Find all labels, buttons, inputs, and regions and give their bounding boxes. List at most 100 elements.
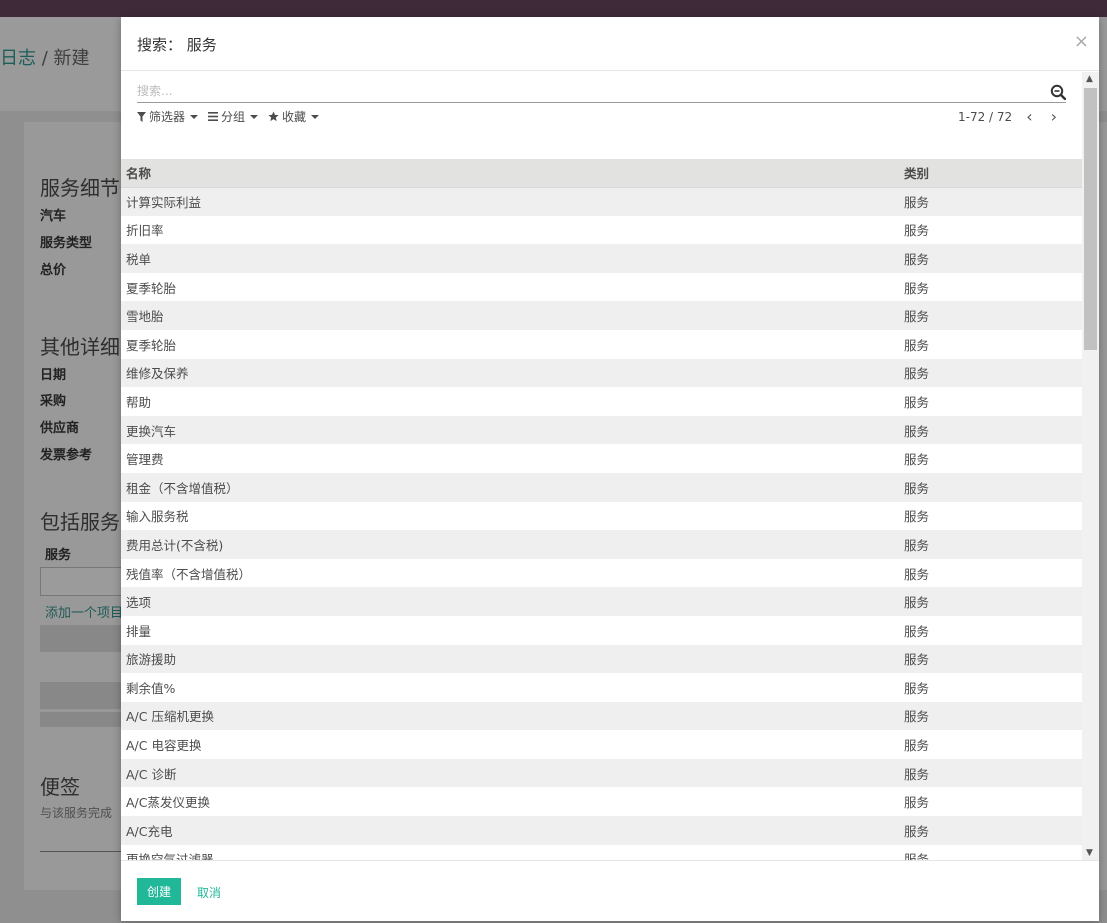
cell-name[interactable]: 剩余值% — [121, 673, 899, 702]
cell-category[interactable]: 服务 — [899, 730, 1082, 759]
cell-name[interactable]: 更换空气过滤器 — [121, 844, 899, 860]
add-item-link[interactable]: 添加一个项目 — [45, 602, 123, 621]
table-row[interactable]: 剩余值% 服务 — [121, 673, 1082, 702]
cell-category[interactable]: 服务 — [899, 816, 1082, 845]
table-row[interactable]: A/C 诊断 服务 — [121, 758, 1082, 788]
table-row[interactable]: 输入服务税 服务 — [121, 501, 1082, 531]
table-row[interactable]: 残值率（不含增值税） 服务 — [121, 558, 1082, 588]
table-row[interactable]: 排量 服务 — [121, 615, 1082, 645]
table-row[interactable]: 夏季轮胎 服务 — [121, 272, 1082, 302]
cell-category[interactable]: 服务 — [899, 387, 1082, 416]
breadcrumb-parent-link[interactable]: 日志 — [0, 48, 36, 69]
cell-name[interactable]: A/C 诊断 — [121, 758, 899, 788]
service-line-input[interactable] — [40, 567, 130, 596]
cell-name[interactable]: 维修及保养 — [121, 358, 899, 388]
cancel-button[interactable]: 取消 — [197, 884, 221, 901]
create-button[interactable]: 创建 — [137, 878, 181, 905]
cell-name[interactable]: 折旧率 — [121, 215, 899, 245]
cell-category[interactable]: 服务 — [899, 758, 1082, 788]
cell-category[interactable]: 服务 — [899, 558, 1082, 588]
group-by-button[interactable]: 分组 — [208, 108, 259, 125]
cell-category[interactable]: 服务 — [899, 301, 1082, 330]
filter-icon — [137, 111, 146, 122]
table-row[interactable]: 选项 服务 — [121, 587, 1082, 616]
cell-category[interactable]: 服务 — [899, 501, 1082, 531]
cell-name[interactable]: A/C蒸发仪更换 — [121, 787, 899, 817]
cell-category[interactable]: 服务 — [899, 644, 1082, 674]
cell-category[interactable]: 服务 — [899, 329, 1082, 359]
cell-category[interactable]: 服务 — [899, 358, 1082, 388]
chevron-down-icon — [190, 114, 199, 119]
table-row[interactable]: 租金（不含增值税） 服务 — [121, 472, 1082, 502]
breadcrumb: 日志 / 新建 — [0, 44, 90, 70]
table-body: 计算实际利益 服务 折旧率 服务 税单 服务 夏季轮胎 服务 雪地胎 服务 夏季轮胎 服务 维修及保养服… — [121, 187, 1082, 860]
scrollbar[interactable]: ▲ ▼ — [1082, 72, 1099, 860]
cell-name[interactable]: 输入服务税 — [121, 501, 899, 531]
cell-category[interactable]: 服务 — [899, 530, 1082, 559]
close-icon[interactable]: × — [1074, 31, 1089, 52]
cell-category[interactable]: 服务 — [899, 187, 1082, 216]
cell-name[interactable]: 费用总计(不含税) — [121, 530, 899, 559]
table-row[interactable]: 雪地胎 服务 — [121, 301, 1082, 330]
scrollbar-thumb[interactable] — [1084, 88, 1097, 350]
table-row[interactable]: 更换空气过滤器 服务 — [121, 844, 1082, 860]
pager-value[interactable]: 1-72 / 72 — [958, 110, 1012, 124]
table-row[interactable]: 税单 服务 — [121, 244, 1082, 273]
cell-category[interactable]: 服务 — [899, 272, 1082, 302]
cell-category[interactable]: 服务 — [899, 673, 1082, 702]
chevron-right-icon[interactable]: › — [1047, 109, 1061, 125]
cell-name[interactable]: 夏季轮胎 — [121, 329, 899, 359]
cell-category[interactable]: 服务 — [899, 787, 1082, 817]
cell-category[interactable]: 服务 — [899, 587, 1082, 616]
cell-category[interactable]: 服务 — [899, 701, 1082, 731]
table-row[interactable]: 夏季轮胎 服务 — [121, 329, 1082, 359]
scroll-up-arrow-icon[interactable]: ▲ — [1086, 74, 1093, 84]
table-row[interactable]: 费用总计(不含税) 服务 — [121, 530, 1082, 559]
search-input[interactable] — [137, 80, 1037, 102]
cell-name[interactable]: 夏季轮胎 — [121, 272, 899, 302]
table-row[interactable]: 帮助 服务 — [121, 387, 1082, 416]
column-header-category[interactable]: 类别 — [899, 159, 1082, 188]
cell-name[interactable]: 租金（不含增值税） — [121, 472, 899, 502]
star-icon — [268, 111, 279, 122]
cell-name[interactable]: 计算实际利益 — [121, 187, 899, 216]
cell-name[interactable]: 更换汽车 — [121, 415, 899, 445]
cell-category[interactable]: 服务 — [899, 244, 1082, 273]
scroll-down-arrow-icon[interactable]: ▼ — [1086, 848, 1093, 858]
cell-name[interactable]: 残值率（不含增值税） — [121, 558, 899, 588]
cell-name[interactable]: 管理费 — [121, 444, 899, 473]
table-row[interactable]: A/C 压缩机更换 服务 — [121, 701, 1082, 731]
search-icon[interactable] — [1050, 84, 1066, 100]
cell-name[interactable]: 排量 — [121, 615, 899, 645]
filters-button[interactable]: 筛选器 — [137, 108, 199, 125]
chevron-left-icon[interactable]: ‹ — [1022, 109, 1036, 125]
cell-category[interactable]: 服务 — [899, 472, 1082, 502]
cell-name[interactable]: A/C 电容更换 — [121, 730, 899, 759]
table-row[interactable]: 管理费 服务 — [121, 444, 1082, 473]
cell-name[interactable]: A/C充电 — [121, 816, 899, 845]
table-row[interactable]: A/C充电 服务 — [121, 816, 1082, 845]
cell-category[interactable]: 服务 — [899, 615, 1082, 645]
table-header-row: 名称 类别 — [121, 159, 1082, 188]
table-row[interactable]: 更换汽车 服务 — [121, 415, 1082, 445]
cell-name[interactable]: 帮助 — [121, 387, 899, 416]
cell-name[interactable]: A/C 压缩机更换 — [121, 701, 899, 731]
column-header-name[interactable]: 名称 — [121, 159, 899, 188]
table-row[interactable]: A/C蒸发仪更换 服务 — [121, 787, 1082, 817]
search-box — [137, 80, 1066, 103]
section-notes-heading: 便签 — [40, 775, 80, 799]
cell-name[interactable]: 旅游援助 — [121, 644, 899, 674]
favorites-button[interactable]: 收藏 — [268, 108, 320, 125]
cell-category[interactable]: 服务 — [899, 844, 1082, 860]
table-row[interactable]: 维修及保养 服务 — [121, 358, 1082, 388]
table-row[interactable]: 旅游援助 服务 — [121, 644, 1082, 674]
cell-category[interactable]: 服务 — [899, 415, 1082, 445]
cell-name[interactable]: 税单 — [121, 244, 899, 273]
table-row[interactable]: 折旧率 服务 — [121, 215, 1082, 245]
cell-category[interactable]: 服务 — [899, 444, 1082, 473]
table-row[interactable]: A/C 电容更换 服务 — [121, 730, 1082, 759]
cell-name[interactable]: 选项 — [121, 587, 899, 616]
cell-category[interactable]: 服务 — [899, 215, 1082, 245]
cell-name[interactable]: 雪地胎 — [121, 301, 899, 330]
table-row[interactable]: 计算实际利益 服务 — [121, 187, 1082, 216]
